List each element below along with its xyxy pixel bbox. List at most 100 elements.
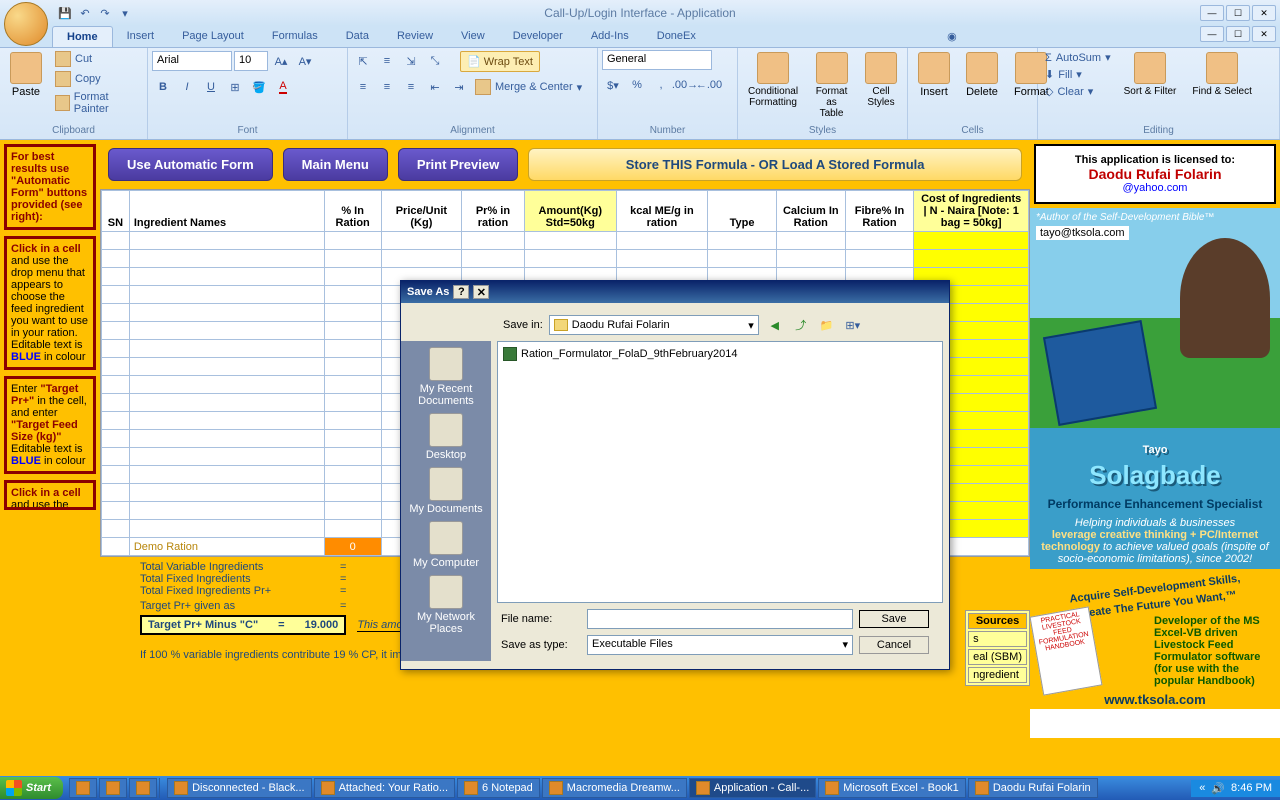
doc-restore-button[interactable]: ☐ xyxy=(1226,26,1250,42)
cell-styles-button[interactable]: Cell Styles xyxy=(859,50,903,110)
taskbar-item[interactable]: Disconnected - Black... xyxy=(167,778,312,798)
save-in-combo[interactable]: Daodu Rufai Folarin▾ xyxy=(549,315,759,335)
place-mydocs[interactable]: My Documents xyxy=(409,467,482,515)
bold-button[interactable]: B xyxy=(152,76,174,98)
ribbon-tab-review[interactable]: Review xyxy=(383,26,447,47)
save-icon[interactable]: 💾 xyxy=(56,4,74,22)
border-button[interactable]: ⊞ xyxy=(224,76,246,98)
place-network[interactable]: My Network Places xyxy=(401,575,491,635)
paste-button[interactable]: Paste xyxy=(4,50,48,100)
minimize-button[interactable]: — xyxy=(1200,5,1224,21)
back-button[interactable]: ◀ xyxy=(765,315,785,335)
up-button[interactable]: ⤴ xyxy=(791,315,811,335)
doc-close-button[interactable]: ✕ xyxy=(1252,26,1276,42)
close-button[interactable]: ✕ xyxy=(1252,5,1276,21)
ribbon-tab-developer[interactable]: Developer xyxy=(499,26,577,47)
tray-icon[interactable]: 🔊 xyxy=(1211,782,1225,795)
system-tray[interactable]: «🔊8:46 PM xyxy=(1191,780,1280,797)
ribbon-tab-home[interactable]: Home xyxy=(52,26,113,47)
format-table-button[interactable]: Format as Table xyxy=(808,50,855,121)
place-recent[interactable]: My Recent Documents xyxy=(401,347,491,407)
shrink-font-button[interactable]: A▾ xyxy=(294,50,316,72)
license-email-link[interactable]: @yahoo.com xyxy=(1123,182,1188,194)
indent-inc-button[interactable]: ⇥ xyxy=(448,76,470,98)
taskbar-item[interactable]: Attached: Your Ratio... xyxy=(314,778,455,798)
font-name-combo[interactable]: Arial xyxy=(152,51,232,71)
ribbon-tab-data[interactable]: Data xyxy=(332,26,383,47)
fill-button[interactable]: ⬇ Fill ▾ xyxy=(1042,67,1114,82)
font-color-button[interactable]: A xyxy=(272,76,294,98)
inc-decimal-button[interactable]: .00→ xyxy=(674,74,696,96)
currency-button[interactable]: $▾ xyxy=(602,74,624,96)
sort-filter-button[interactable]: Sort & Filter xyxy=(1118,50,1183,99)
ribbon-tab-addins[interactable]: Add-Ins xyxy=(577,26,643,47)
fill-color-button[interactable]: 🪣 xyxy=(248,76,270,98)
promo-website-link[interactable]: www.tksola.com xyxy=(1030,692,1280,707)
align-middle-button[interactable]: ≡ xyxy=(376,50,398,72)
format-painter-button[interactable]: Format Painter xyxy=(52,90,143,116)
table-row[interactable] xyxy=(102,232,1029,250)
quicklaunch-item[interactable] xyxy=(129,778,157,798)
font-size-combo[interactable]: 10 xyxy=(234,51,268,71)
indent-dec-button[interactable]: ⇤ xyxy=(424,76,446,98)
taskbar-item[interactable]: Macromedia Dreamw... xyxy=(542,778,687,798)
taskbar-item-active[interactable]: Application - Call-... xyxy=(689,778,816,798)
dialog-save-button[interactable]: Save xyxy=(859,610,929,628)
comma-button[interactable]: , xyxy=(650,74,672,96)
table-row[interactable] xyxy=(102,250,1029,268)
doc-minimize-button[interactable]: — xyxy=(1200,26,1224,42)
align-right-button[interactable]: ≡ xyxy=(400,76,422,98)
ribbon-tab-formulas[interactable]: Formulas xyxy=(258,26,332,47)
taskbar-item[interactable]: 6 Notepad xyxy=(457,778,540,798)
number-format-combo[interactable]: General xyxy=(602,50,712,70)
align-left-button[interactable]: ≡ xyxy=(352,76,374,98)
orientation-button[interactable]: ⤡ xyxy=(424,50,446,72)
copy-button[interactable]: Copy xyxy=(52,70,143,88)
clear-button[interactable]: ◇ Clear ▾ xyxy=(1042,84,1114,99)
qat-dropdown-icon[interactable]: ▾ xyxy=(116,4,134,22)
insert-cells-button[interactable]: Insert xyxy=(912,50,956,100)
quicklaunch-item[interactable] xyxy=(99,778,127,798)
dialog-help-button[interactable]: ? xyxy=(453,285,469,299)
savetype-combo[interactable]: Executable Files▾ xyxy=(587,635,853,655)
underline-button[interactable]: U xyxy=(200,76,222,98)
taskbar-item[interactable]: Daodu Rufai Folarin xyxy=(968,778,1098,798)
autosum-button[interactable]: Σ AutoSum ▾ xyxy=(1042,50,1114,65)
ribbon-tab-pagelayout[interactable]: Page Layout xyxy=(168,26,258,47)
filename-input[interactable] xyxy=(587,609,853,629)
find-select-button[interactable]: Find & Select xyxy=(1186,50,1257,99)
dec-decimal-button[interactable]: ←.00 xyxy=(698,74,720,96)
views-button[interactable]: ⊞▾ xyxy=(843,315,863,335)
place-desktop[interactable]: Desktop xyxy=(426,413,466,461)
place-mycomputer[interactable]: My Computer xyxy=(413,521,479,569)
file-item[interactable]: Ration_Formulator_FolaD_9thFebruary2014 xyxy=(502,346,938,362)
italic-button[interactable]: I xyxy=(176,76,198,98)
start-button[interactable]: Start xyxy=(0,777,63,799)
align-top-button[interactable]: ⇱ xyxy=(352,50,374,72)
main-menu-button[interactable]: Main Menu xyxy=(283,148,388,181)
new-folder-button[interactable]: 📁 xyxy=(817,315,837,335)
ribbon-tab-insert[interactable]: Insert xyxy=(113,26,169,47)
file-list[interactable]: Ration_Formulator_FolaD_9thFebruary2014 xyxy=(497,341,943,603)
undo-icon[interactable]: ↶ xyxy=(76,4,94,22)
grow-font-button[interactable]: A▴ xyxy=(270,50,292,72)
print-preview-button[interactable]: Print Preview xyxy=(398,148,518,181)
taskbar-item[interactable]: Microsoft Excel - Book1 xyxy=(818,778,966,798)
dialog-cancel-button[interactable]: Cancel xyxy=(859,636,929,654)
align-bottom-button[interactable]: ⇲ xyxy=(400,50,422,72)
cut-button[interactable]: Cut xyxy=(52,50,143,68)
wrap-text-button[interactable]: 📄 Wrap Text xyxy=(460,51,540,72)
auto-form-button[interactable]: Use Automatic Form xyxy=(108,148,273,181)
cond-format-button[interactable]: Conditional Formatting xyxy=(742,50,804,110)
office-button[interactable] xyxy=(4,2,48,46)
percent-button[interactable]: % xyxy=(626,74,648,96)
help-icon[interactable]: ◉ xyxy=(941,26,963,47)
delete-cells-button[interactable]: Delete xyxy=(960,50,1004,100)
maximize-button[interactable]: ☐ xyxy=(1226,5,1250,21)
ribbon-tab-view[interactable]: View xyxy=(447,26,499,47)
dialog-close-button[interactable]: ✕ xyxy=(473,285,489,299)
store-formula-button[interactable]: Store THIS Formula - OR Load A Stored Fo… xyxy=(528,148,1022,181)
redo-icon[interactable]: ↷ xyxy=(96,4,114,22)
merge-center-button[interactable]: Merge & Center ▾ xyxy=(472,78,585,96)
ribbon-tab-doneex[interactable]: DoneEx xyxy=(643,26,710,47)
